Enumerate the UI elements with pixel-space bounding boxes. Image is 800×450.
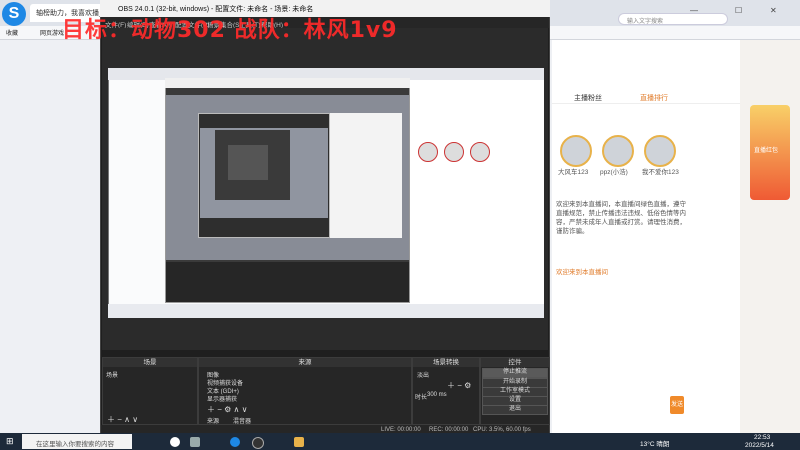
rank-label: 大风车123 (558, 169, 589, 176)
captured-avatar (444, 142, 464, 162)
rank-avatar[interactable] (560, 135, 592, 167)
nested-preview-4 (228, 145, 268, 180)
captured-page (408, 80, 544, 308)
stream-overlay-text: 目标：动物302 战队：林风1v9 (62, 18, 398, 43)
promo-label: 直播红包 (754, 148, 779, 154)
page-paragraph: 欢迎来到本直播间，本直播间绿色直播，遵守直播规范，禁止传播违法违规、低俗色情等内… (556, 201, 686, 235)
bookmark-item[interactable]: 收藏 (6, 28, 18, 37)
clock-date[interactable]: 2022/5/14 (745, 442, 774, 449)
nested-obs-title (165, 78, 410, 88)
tab-sources[interactable]: 来源 (207, 416, 219, 425)
weather-label[interactable]: 13°C 晴朗 (640, 438, 669, 448)
controls-dock-title: 控件 (481, 358, 549, 367)
scenes-dock-title: 场景 (103, 358, 197, 367)
tab-rank[interactable]: 直播排行 (640, 93, 668, 103)
nested-captured-page (330, 113, 402, 238)
duration-label: 时长 (415, 395, 428, 401)
captured-avatar (418, 142, 438, 162)
tab-mixer[interactable]: 混音器 (233, 416, 251, 425)
browser-taskbar-icon[interactable] (230, 437, 240, 447)
taskbar-search-input[interactable]: 在这里输入你要搜索的内容 (22, 434, 132, 449)
tab-fans[interactable]: 主播粉丝 (574, 93, 602, 103)
windows-start-icon[interactable]: ⊞ (6, 436, 14, 447)
rank-avatar[interactable] (644, 135, 676, 167)
bookmark-item[interactable]: 网页游戏 (40, 28, 64, 37)
browser-logo-icon: S (2, 2, 26, 26)
source-item[interactable]: 显示器捕获 (207, 394, 237, 403)
browser-maximize-button[interactable]: ☐ (735, 6, 742, 15)
rank-label: ppz(小浩) (600, 169, 628, 176)
cortana-icon[interactable] (170, 437, 180, 447)
transitions-dock-title: 场景转换 (413, 358, 479, 367)
nested-docks (166, 262, 409, 302)
exit-button[interactable]: 退出 (482, 405, 548, 415)
sources-dock-title: 来源 (199, 358, 411, 367)
stop-stream-button[interactable]: 停止推流 (482, 368, 548, 378)
folder-icon[interactable] (294, 437, 304, 447)
captured-avatar (470, 142, 490, 162)
transition-controls[interactable]: ＋ − ⚙ (447, 380, 471, 391)
scenes-dock: 场景 场景 ＋ − ∧ ∨ (102, 357, 198, 425)
browser-close-button[interactable]: ✕ (770, 6, 777, 15)
transition-type-select[interactable]: 淡出 (417, 370, 429, 379)
taskview-icon[interactable] (190, 437, 200, 447)
send-button[interactable]: 发送 (670, 396, 684, 414)
source-controls[interactable]: ＋ − ⚙ ∧ ∨ (207, 404, 247, 415)
promo-banner[interactable]: 直播红包 (750, 105, 790, 200)
duration-input[interactable]: 300 ms (427, 392, 447, 398)
page-notice: 欢迎来到本直播间 (556, 269, 608, 276)
rank-label: 我不爱你123 (642, 169, 679, 176)
clock-time[interactable]: 22:53 (754, 434, 770, 441)
captured-taskbar (108, 304, 544, 318)
scene-controls[interactable]: ＋ − ∧ ∨ (107, 414, 138, 425)
sources-dock: 来源 图像 视频捕获设备 文本 (GDI+) 显示器捕获 ＋ − ⚙ ∧ ∨ 来… (198, 357, 412, 425)
rank-avatar[interactable] (602, 135, 634, 167)
scene-item[interactable]: 场景 (106, 370, 118, 379)
browser-search-input[interactable]: 输入文字搜索 (618, 13, 728, 25)
obs-taskbar-icon[interactable] (252, 437, 264, 449)
side-strip (740, 40, 800, 433)
transitions-dock: 场景转换 淡出 ＋ − ⚙ 时长 300 ms (412, 357, 480, 425)
